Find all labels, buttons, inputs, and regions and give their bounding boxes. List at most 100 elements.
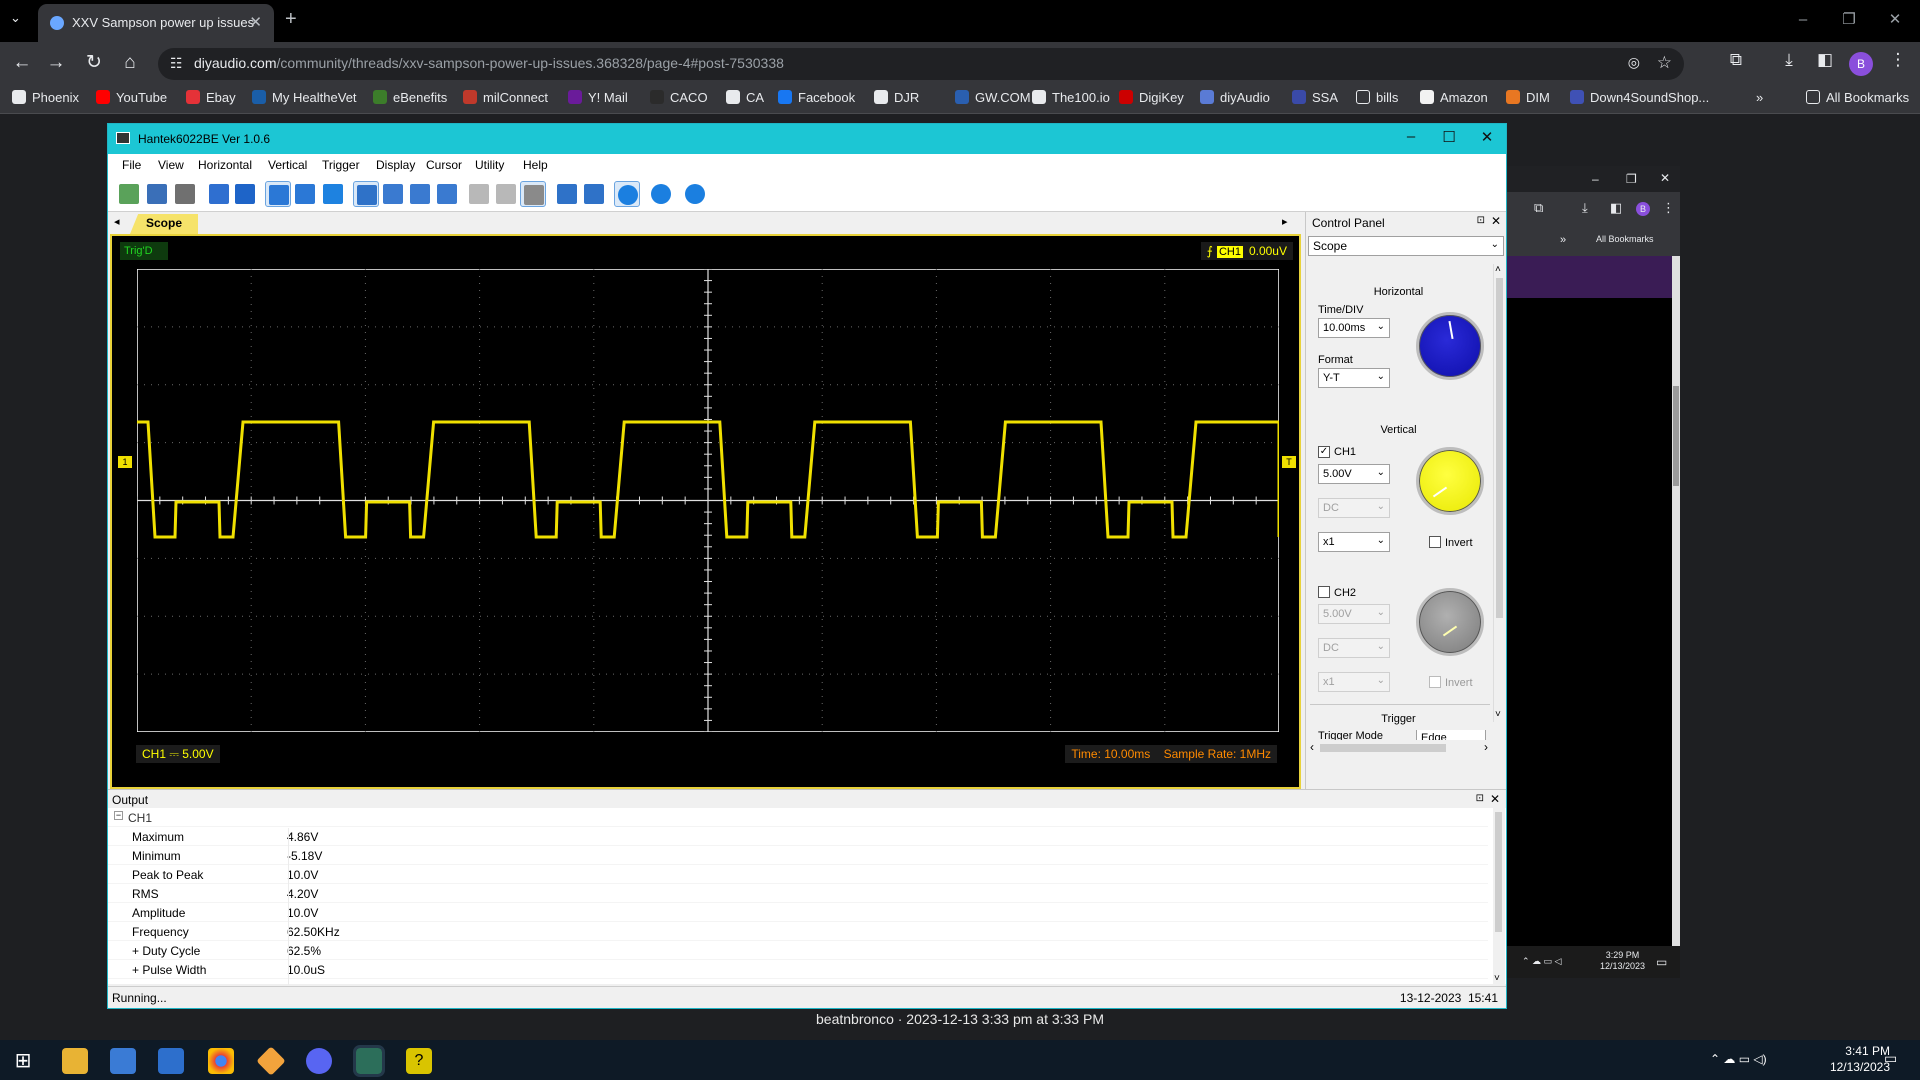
bookmark-ebenefits[interactable]: eBenefits: [373, 90, 447, 105]
tracking-eye-icon[interactable]: ◎: [1628, 54, 1640, 71]
output-row[interactable]: + Pulse Width 10.0uS: [108, 960, 1488, 979]
print-icon[interactable]: [172, 181, 198, 207]
bookmark-djr[interactable]: DJR: [874, 90, 919, 105]
discord-icon[interactable]: [306, 1048, 332, 1074]
menu-utility[interactable]: Utility: [475, 158, 504, 172]
menu-trigger[interactable]: Trigger: [322, 158, 360, 172]
site-info-icon[interactable]: ☷: [170, 55, 183, 72]
new-tab-icon[interactable]: +: [285, 8, 297, 31]
notification-icon[interactable]: ▭: [1884, 1050, 1897, 1067]
wave-icon[interactable]: [493, 181, 519, 207]
help-app-icon[interactable]: ?: [406, 1048, 432, 1074]
open-file-icon[interactable]: [116, 181, 142, 207]
ch1-volts-knob[interactable]: [1416, 447, 1484, 515]
ch2-probe-select[interactable]: x1 ⌄: [1318, 672, 1390, 692]
vscroll-up-icon[interactable]: ˄: [1495, 264, 1501, 275]
time-div-select[interactable]: 10.00ms ⌄: [1318, 318, 1390, 338]
close-window-icon[interactable]: ✕: [1872, 0, 1918, 42]
output-row[interactable]: Maximum 4.86V: [108, 827, 1488, 846]
bookmark-phoenix[interactable]: Phoenix: [12, 90, 79, 105]
start-windows-icon[interactable]: ⊞: [10, 1048, 36, 1074]
auto-icon[interactable]: [581, 181, 607, 207]
bg-notification-icon[interactable]: ▭: [1656, 955, 1667, 969]
forward-icon[interactable]: →: [44, 51, 68, 75]
output-pin-icon[interactable]: ⊡: [1476, 793, 1484, 804]
ch2-volts-knob[interactable]: [1416, 588, 1484, 656]
ch1-ground-marker-icon[interactable]: 1: [118, 456, 132, 468]
bookmark-digikey[interactable]: DigiKey: [1119, 90, 1184, 105]
hantek-maximize-icon[interactable]: ☐: [1434, 128, 1464, 146]
bookmark-ssa[interactable]: SSA: [1292, 90, 1338, 105]
bookmark-youtube[interactable]: YouTube: [96, 90, 167, 105]
output-row[interactable]: Minimum -5.18V: [108, 846, 1488, 865]
bg-restore-icon[interactable]: ❐: [1626, 172, 1637, 186]
trigger-mode-select[interactable]: Edge: [1416, 730, 1486, 740]
output-row[interactable]: Amplitude 10.0V: [108, 903, 1488, 922]
hantek-minimize-icon[interactable]: –: [1396, 128, 1426, 145]
taskbar-clock[interactable]: 3:41 PM 12/13/2023: [1830, 1043, 1890, 1075]
panel-close-icon[interactable]: ✕: [1491, 214, 1501, 228]
auto-set-icon[interactable]: [206, 181, 232, 207]
back-icon[interactable]: ←: [10, 51, 34, 75]
bookmark-diyaudio[interactable]: diyAudio: [1200, 90, 1270, 105]
output-channel-group[interactable]: − CH1: [108, 808, 1488, 827]
bookmark-my-healthevet[interactable]: My HealtheVet: [252, 90, 357, 105]
ch1-invert-checkbox[interactable]: [1429, 536, 1441, 548]
ch1-probe-select[interactable]: x1 ⌄: [1318, 532, 1390, 552]
vertical-cursor-icon[interactable]: [407, 181, 433, 207]
profile-avatar[interactable]: B: [1849, 52, 1873, 76]
app-diamond-icon[interactable]: [256, 1046, 286, 1076]
bg-all-bookmarks[interactable]: All Bookmarks: [1596, 234, 1654, 244]
ramp-icon[interactable]: [320, 181, 346, 207]
bookmark-milconnect[interactable]: milConnect: [463, 90, 548, 105]
menu-display[interactable]: Display: [376, 158, 415, 172]
pin-icon[interactable]: ⊡: [1477, 215, 1485, 226]
hscroll-left-icon[interactable]: ‹: [1310, 740, 1314, 754]
output-scroll-down-icon[interactable]: ˅: [1494, 973, 1500, 984]
step-icon[interactable]: [466, 181, 492, 207]
panel-hscrollbar[interactable]: ‹ ›: [1306, 740, 1492, 756]
bookmark-facebook[interactable]: Facebook: [778, 90, 855, 105]
ch1-checkbox[interactable]: ✓: [1318, 446, 1330, 458]
reload-icon[interactable]: ↻: [82, 51, 106, 75]
address-bar[interactable]: ☷ diyaudio.com/community/threads/xxv-sam…: [158, 48, 1684, 80]
output-row[interactable]: Frequency 62.50KHz: [108, 922, 1488, 941]
help-icon[interactable]: [682, 181, 708, 207]
tab-scroll-left-icon[interactable]: ◂: [114, 215, 120, 228]
hantek-close-icon[interactable]: ✕: [1472, 128, 1502, 146]
refresh-icon[interactable]: [554, 181, 580, 207]
ch1-coupling-select[interactable]: DC ⌄: [1318, 498, 1390, 518]
menu-cursor[interactable]: Cursor: [426, 158, 462, 172]
tab-search-chevron-icon[interactable]: ⌄: [10, 10, 21, 26]
menu-help[interactable]: Help: [523, 158, 548, 172]
side-panel-icon[interactable]: ◧: [1812, 50, 1838, 70]
output-scroll-thumb[interactable]: [1495, 812, 1502, 932]
bookmark-amazon[interactable]: Amazon: [1420, 90, 1488, 105]
hscroll-thumb[interactable]: [1320, 744, 1446, 752]
hscroll-right-icon[interactable]: ›: [1484, 740, 1488, 754]
format-select[interactable]: Y-T ⌄: [1318, 368, 1390, 388]
bg-bookmarks-overflow-icon[interactable]: »: [1560, 234, 1566, 246]
time-div-knob[interactable]: [1416, 312, 1484, 380]
output-close-icon[interactable]: ✕: [1490, 792, 1500, 806]
hantek-taskbar-icon[interactable]: [353, 1045, 385, 1077]
bookmarks-overflow-icon[interactable]: »: [1756, 90, 1763, 105]
rising-edge-icon[interactable]: [265, 181, 291, 207]
trigger-level-marker-icon[interactable]: T: [1282, 456, 1296, 468]
bg-close-icon[interactable]: ✕: [1660, 171, 1670, 185]
mail-icon[interactable]: [158, 1048, 184, 1074]
bg-extensions-icon[interactable]: ⧉: [1534, 200, 1543, 216]
output-row[interactable]: RMS 4.20V: [108, 884, 1488, 903]
minimize-icon[interactable]: –: [1780, 0, 1826, 42]
all-bookmarks-button[interactable]: All Bookmarks: [1806, 90, 1909, 105]
bg-scroll-thumb[interactable]: [1673, 386, 1679, 486]
bg-menu-icon[interactable]: ⋮: [1662, 200, 1675, 216]
waveform-graticule[interactable]: [137, 269, 1279, 732]
grid-icon[interactable]: [380, 181, 406, 207]
bookmark-bills[interactable]: bills: [1356, 90, 1398, 105]
r-reference-icon[interactable]: [232, 181, 258, 207]
bookmark-ebay[interactable]: Ebay: [186, 90, 236, 105]
menu-dots-icon[interactable]: ⋮: [1885, 50, 1911, 70]
pause-icon[interactable]: [648, 181, 674, 207]
bookmark-y-mail[interactable]: Y! Mail: [568, 90, 628, 105]
